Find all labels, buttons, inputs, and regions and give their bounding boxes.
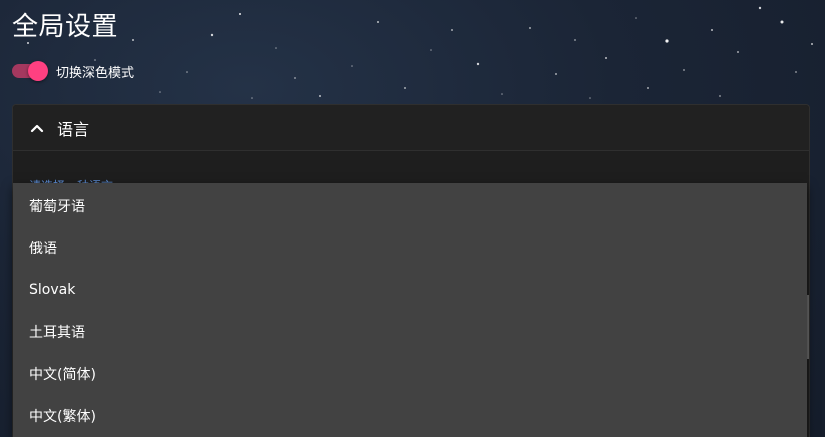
language-option-slovak[interactable]: Slovak: [13, 269, 807, 311]
page-title: 全局设置: [12, 12, 119, 42]
language-option-portuguese[interactable]: 葡萄牙语: [13, 185, 807, 227]
language-panel-title: 语言: [57, 119, 90, 139]
language-option-chinese-simplified[interactable]: 中文(简体): [13, 353, 807, 395]
language-option-chinese-traditional[interactable]: 中文(繁体): [13, 395, 807, 437]
dark-mode-setting: 切换深色模式: [12, 60, 134, 82]
language-dropdown-menu: 葡萄牙语 俄语 Slovak 土耳其语 中文(简体) 中文(繁体): [13, 183, 807, 437]
chevron-up-icon: [29, 120, 45, 136]
toggle-thumb: [28, 61, 48, 81]
dark-mode-label: 切换深色模式: [56, 65, 135, 81]
language-option-turkish[interactable]: 土耳其语: [13, 311, 807, 353]
language-option-russian[interactable]: 俄语: [13, 227, 807, 269]
dark-mode-toggle[interactable]: [12, 61, 48, 81]
language-panel-header[interactable]: 语言: [13, 105, 809, 151]
